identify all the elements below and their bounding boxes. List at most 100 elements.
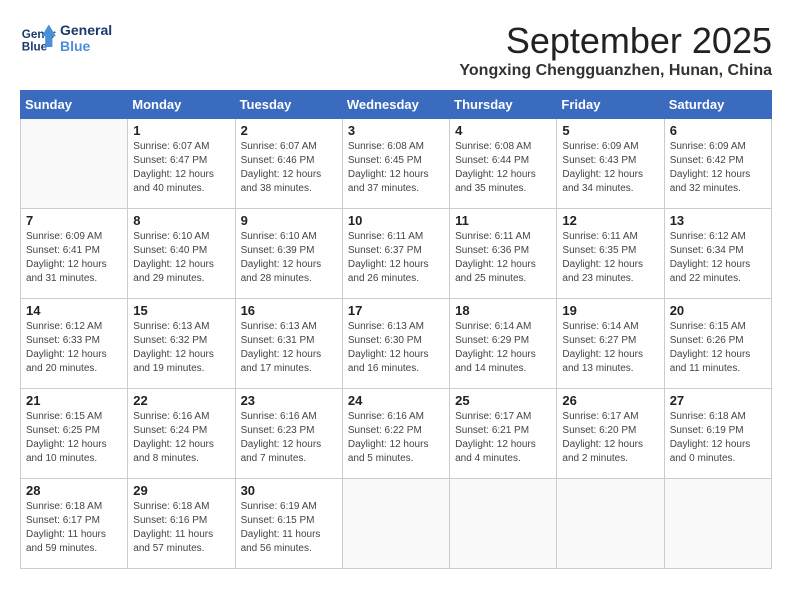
- calendar-cell: [21, 119, 128, 209]
- day-info: Sunrise: 6:17 AM Sunset: 6:21 PM Dayligh…: [455, 410, 551, 466]
- calendar-cell: 5 Sunrise: 6:09 AM Sunset: 6:43 PM Daylig…: [557, 119, 664, 209]
- day-info: Sunrise: 6:18 AM Sunset: 6:19 PM Dayligh…: [670, 410, 766, 466]
- day-number: 28: [26, 483, 122, 498]
- calendar-cell: 15Sunrise: 6:13 AM Sunset: 6:32 PM Dayli…: [128, 299, 235, 389]
- logo-text-general: General: [60, 22, 112, 38]
- calendar-cell: 4 Sunrise: 6:08 AM Sunset: 6:44 PM Daylig…: [450, 119, 557, 209]
- weekday-header-sunday: Sunday: [21, 91, 128, 119]
- calendar-cell: [450, 479, 557, 569]
- calendar-week-row: 7Sunrise: 6:09 AM Sunset: 6:41 PM Daylig…: [21, 209, 772, 299]
- day-info: Sunrise: 6:11 AM Sunset: 6:35 PM Dayligh…: [562, 230, 658, 286]
- day-number: 16: [241, 303, 337, 318]
- calendar-week-row: 21 Sunrise: 6:15 AM Sunset: 6:25 PM Dayli…: [21, 389, 772, 479]
- calendar-cell: 19 Sunrise: 6:14 AM Sunset: 6:27 PM Dayli…: [557, 299, 664, 389]
- logo: General Blue General Blue: [20, 20, 112, 56]
- calendar-cell: 26 Sunrise: 6:17 AM Sunset: 6:20 PM Dayli…: [557, 389, 664, 479]
- day-number: 26: [562, 393, 658, 408]
- calendar-week-row: 1 Sunrise: 6:07 AM Sunset: 6:47 PM Daylig…: [21, 119, 772, 209]
- day-number: 27: [670, 393, 766, 408]
- calendar-cell: 3Sunrise: 6:08 AM Sunset: 6:45 PM Daylig…: [342, 119, 449, 209]
- weekday-header-wednesday: Wednesday: [342, 91, 449, 119]
- logo-text-blue: Blue: [60, 38, 112, 54]
- day-number: 22: [133, 393, 229, 408]
- day-number: 3: [348, 123, 444, 138]
- day-number: 12: [562, 213, 658, 228]
- day-info: Sunrise: 6:10 AM Sunset: 6:39 PM Dayligh…: [241, 230, 337, 286]
- calendar-cell: 12 Sunrise: 6:11 AM Sunset: 6:35 PM Dayli…: [557, 209, 664, 299]
- day-info: Sunrise: 6:11 AM Sunset: 6:36 PM Dayligh…: [455, 230, 551, 286]
- calendar-cell: 29Sunrise: 6:18 AM Sunset: 6:16 PM Dayli…: [128, 479, 235, 569]
- calendar-cell: 23Sunrise: 6:16 AM Sunset: 6:23 PM Dayli…: [235, 389, 342, 479]
- weekday-header-thursday: Thursday: [450, 91, 557, 119]
- calendar-cell: 13Sunrise: 6:12 AM Sunset: 6:34 PM Dayli…: [664, 209, 771, 299]
- day-info: Sunrise: 6:12 AM Sunset: 6:34 PM Dayligh…: [670, 230, 766, 286]
- day-info: Sunrise: 6:16 AM Sunset: 6:24 PM Dayligh…: [133, 410, 229, 466]
- calendar-body: 1 Sunrise: 6:07 AM Sunset: 6:47 PM Daylig…: [21, 119, 772, 569]
- day-number: 4: [455, 123, 551, 138]
- calendar-cell: 17Sunrise: 6:13 AM Sunset: 6:30 PM Dayli…: [342, 299, 449, 389]
- calendar-cell: 21 Sunrise: 6:15 AM Sunset: 6:25 PM Dayli…: [21, 389, 128, 479]
- page-header: General Blue General Blue September 2025…: [20, 20, 772, 80]
- day-info: Sunrise: 6:13 AM Sunset: 6:32 PM Dayligh…: [133, 320, 229, 376]
- day-info: Sunrise: 6:14 AM Sunset: 6:27 PM Dayligh…: [562, 320, 658, 376]
- day-info: Sunrise: 6:13 AM Sunset: 6:30 PM Dayligh…: [348, 320, 444, 376]
- title-section: September 2025 Yongxing Chengguanzhen, H…: [459, 20, 772, 80]
- day-info: Sunrise: 6:09 AM Sunset: 6:42 PM Dayligh…: [670, 140, 766, 196]
- calendar-header: SundayMondayTuesdayWednesdayThursdayFrid…: [21, 91, 772, 119]
- day-info: Sunrise: 6:12 AM Sunset: 6:33 PM Dayligh…: [26, 320, 122, 376]
- month-title: September 2025: [459, 20, 772, 62]
- day-number: 21: [26, 393, 122, 408]
- calendar-cell: 9 Sunrise: 6:10 AM Sunset: 6:39 PM Daylig…: [235, 209, 342, 299]
- calendar-cell: 30 Sunrise: 6:19 AM Sunset: 6:15 PM Dayli…: [235, 479, 342, 569]
- calendar-cell: 25 Sunrise: 6:17 AM Sunset: 6:21 PM Dayli…: [450, 389, 557, 479]
- logo-icon: General Blue: [20, 20, 56, 56]
- calendar-cell: 14Sunrise: 6:12 AM Sunset: 6:33 PM Dayli…: [21, 299, 128, 389]
- calendar-cell: 6 Sunrise: 6:09 AM Sunset: 6:42 PM Daylig…: [664, 119, 771, 209]
- day-info: Sunrise: 6:07 AM Sunset: 6:47 PM Dayligh…: [133, 140, 229, 196]
- calendar-cell: 22 Sunrise: 6:16 AM Sunset: 6:24 PM Dayli…: [128, 389, 235, 479]
- day-number: 8: [133, 213, 229, 228]
- day-number: 5: [562, 123, 658, 138]
- day-info: Sunrise: 6:09 AM Sunset: 6:43 PM Dayligh…: [562, 140, 658, 196]
- day-number: 30: [241, 483, 337, 498]
- day-info: Sunrise: 6:07 AM Sunset: 6:46 PM Dayligh…: [241, 140, 337, 196]
- calendar-cell: 2 Sunrise: 6:07 AM Sunset: 6:46 PM Daylig…: [235, 119, 342, 209]
- day-info: Sunrise: 6:08 AM Sunset: 6:44 PM Dayligh…: [455, 140, 551, 196]
- calendar-table: SundayMondayTuesdayWednesdayThursdayFrid…: [20, 90, 772, 569]
- calendar-cell: 11 Sunrise: 6:11 AM Sunset: 6:36 PM Dayli…: [450, 209, 557, 299]
- day-info: Sunrise: 6:18 AM Sunset: 6:16 PM Dayligh…: [133, 500, 229, 556]
- day-info: Sunrise: 6:14 AM Sunset: 6:29 PM Dayligh…: [455, 320, 551, 376]
- calendar-cell: 16Sunrise: 6:13 AM Sunset: 6:31 PM Dayli…: [235, 299, 342, 389]
- day-number: 24: [348, 393, 444, 408]
- location-title: Yongxing Chengguanzhen, Hunan, China: [459, 62, 772, 80]
- day-info: Sunrise: 6:17 AM Sunset: 6:20 PM Dayligh…: [562, 410, 658, 466]
- weekday-header-row: SundayMondayTuesdayWednesdayThursdayFrid…: [21, 91, 772, 119]
- weekday-header-monday: Monday: [128, 91, 235, 119]
- day-number: 25: [455, 393, 551, 408]
- weekday-header-saturday: Saturday: [664, 91, 771, 119]
- calendar-cell: 24 Sunrise: 6:16 AM Sunset: 6:22 PM Dayli…: [342, 389, 449, 479]
- calendar-cell: 20Sunrise: 6:15 AM Sunset: 6:26 PM Dayli…: [664, 299, 771, 389]
- day-number: 6: [670, 123, 766, 138]
- day-number: 19: [562, 303, 658, 318]
- calendar-week-row: 28 Sunrise: 6:18 AM Sunset: 6:17 PM Dayli…: [21, 479, 772, 569]
- day-info: Sunrise: 6:15 AM Sunset: 6:25 PM Dayligh…: [26, 410, 122, 466]
- day-info: Sunrise: 6:18 AM Sunset: 6:17 PM Dayligh…: [26, 500, 122, 556]
- day-number: 11: [455, 213, 551, 228]
- day-number: 9: [241, 213, 337, 228]
- day-number: 1: [133, 123, 229, 138]
- calendar-cell: 28 Sunrise: 6:18 AM Sunset: 6:17 PM Dayli…: [21, 479, 128, 569]
- calendar-cell: 10Sunrise: 6:11 AM Sunset: 6:37 PM Dayli…: [342, 209, 449, 299]
- calendar-week-row: 14Sunrise: 6:12 AM Sunset: 6:33 PM Dayli…: [21, 299, 772, 389]
- calendar-cell: 8 Sunrise: 6:10 AM Sunset: 6:40 PM Daylig…: [128, 209, 235, 299]
- day-info: Sunrise: 6:10 AM Sunset: 6:40 PM Dayligh…: [133, 230, 229, 286]
- day-number: 2: [241, 123, 337, 138]
- day-info: Sunrise: 6:15 AM Sunset: 6:26 PM Dayligh…: [670, 320, 766, 376]
- day-number: 18: [455, 303, 551, 318]
- day-info: Sunrise: 6:19 AM Sunset: 6:15 PM Dayligh…: [241, 500, 337, 556]
- calendar-cell: 7Sunrise: 6:09 AM Sunset: 6:41 PM Daylig…: [21, 209, 128, 299]
- day-info: Sunrise: 6:16 AM Sunset: 6:22 PM Dayligh…: [348, 410, 444, 466]
- day-number: 7: [26, 213, 122, 228]
- day-info: Sunrise: 6:16 AM Sunset: 6:23 PM Dayligh…: [241, 410, 337, 466]
- day-number: 10: [348, 213, 444, 228]
